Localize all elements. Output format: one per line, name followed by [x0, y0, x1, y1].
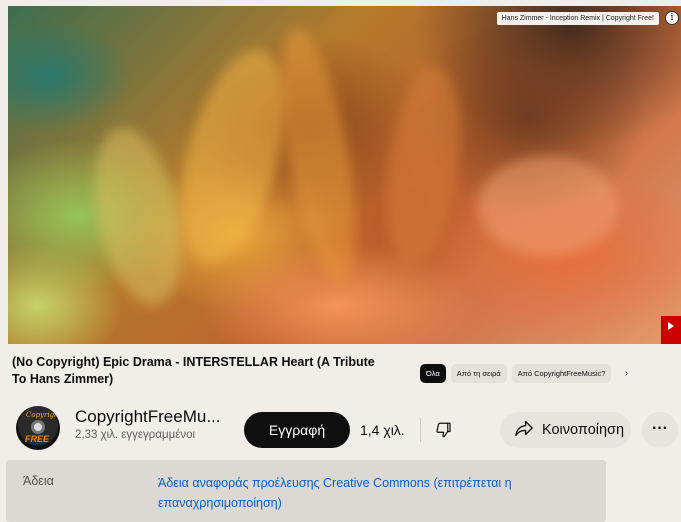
like-divider	[420, 418, 421, 442]
more-actions-button[interactable]: ···	[642, 412, 678, 448]
share-button[interactable]: Κοινοποίηση	[500, 412, 631, 448]
chip-from-channel[interactable]: Από CopyrightFreeMusic?	[511, 364, 612, 383]
chevron-right-icon[interactable]: ›	[616, 364, 636, 383]
youtube-logo-icon[interactable]	[661, 316, 681, 344]
channel-name[interactable]: CopyrightFreeMu...	[75, 407, 225, 427]
like-dislike-group: 1,4 χιλ.	[350, 412, 502, 448]
license-label: Άδεια	[23, 474, 54, 488]
share-arrow-icon	[514, 419, 534, 441]
thumbs-down-icon[interactable]	[435, 421, 453, 439]
subscriber-count: 2,33 χιλ. εγγεγραμμένοι	[75, 429, 196, 441]
subscribe-button[interactable]: Εγγραφή	[244, 412, 350, 448]
vinyl-disc-icon	[31, 420, 45, 434]
info-icon[interactable]: i	[665, 11, 679, 25]
chip-from-series[interactable]: Από τη σειρά	[450, 364, 507, 383]
video-player[interactable]: Hans Zimmer - Inception Remix | Copyrigh…	[8, 6, 681, 344]
license-link[interactable]: Άδεια αναφοράς προέλευσης Creative Commo…	[158, 473, 578, 513]
like-button[interactable]: 1,4 χιλ.	[350, 422, 420, 438]
chip-all[interactable]: Όλα	[420, 364, 446, 383]
share-label: Κοινοποίηση	[542, 422, 625, 438]
license-info-box: Άδεια Άδεια αναφοράς προέλευσης Creative…	[6, 460, 606, 522]
youtube-watch-page: Hans Zimmer - Inception Remix | Copyrigh…	[0, 0, 681, 522]
channel-avatar[interactable]: Copyright FREE	[16, 406, 60, 450]
avatar-logo-text-bottom: FREE	[25, 434, 50, 444]
avatar-logo-text-top: Copyright	[26, 411, 60, 419]
related-filter-chips: Όλα Από τη σειρά Από CopyrightFreeMusic?…	[420, 364, 636, 383]
video-title: (No Copyright) Epic Drama - INTERSTELLAR…	[12, 355, 375, 386]
video-overlay-title[interactable]: Hans Zimmer - Inception Remix | Copyrigh…	[496, 12, 659, 25]
channel-row: Copyright FREE CopyrightFreeMu... 2,33 χ…	[12, 404, 681, 450]
